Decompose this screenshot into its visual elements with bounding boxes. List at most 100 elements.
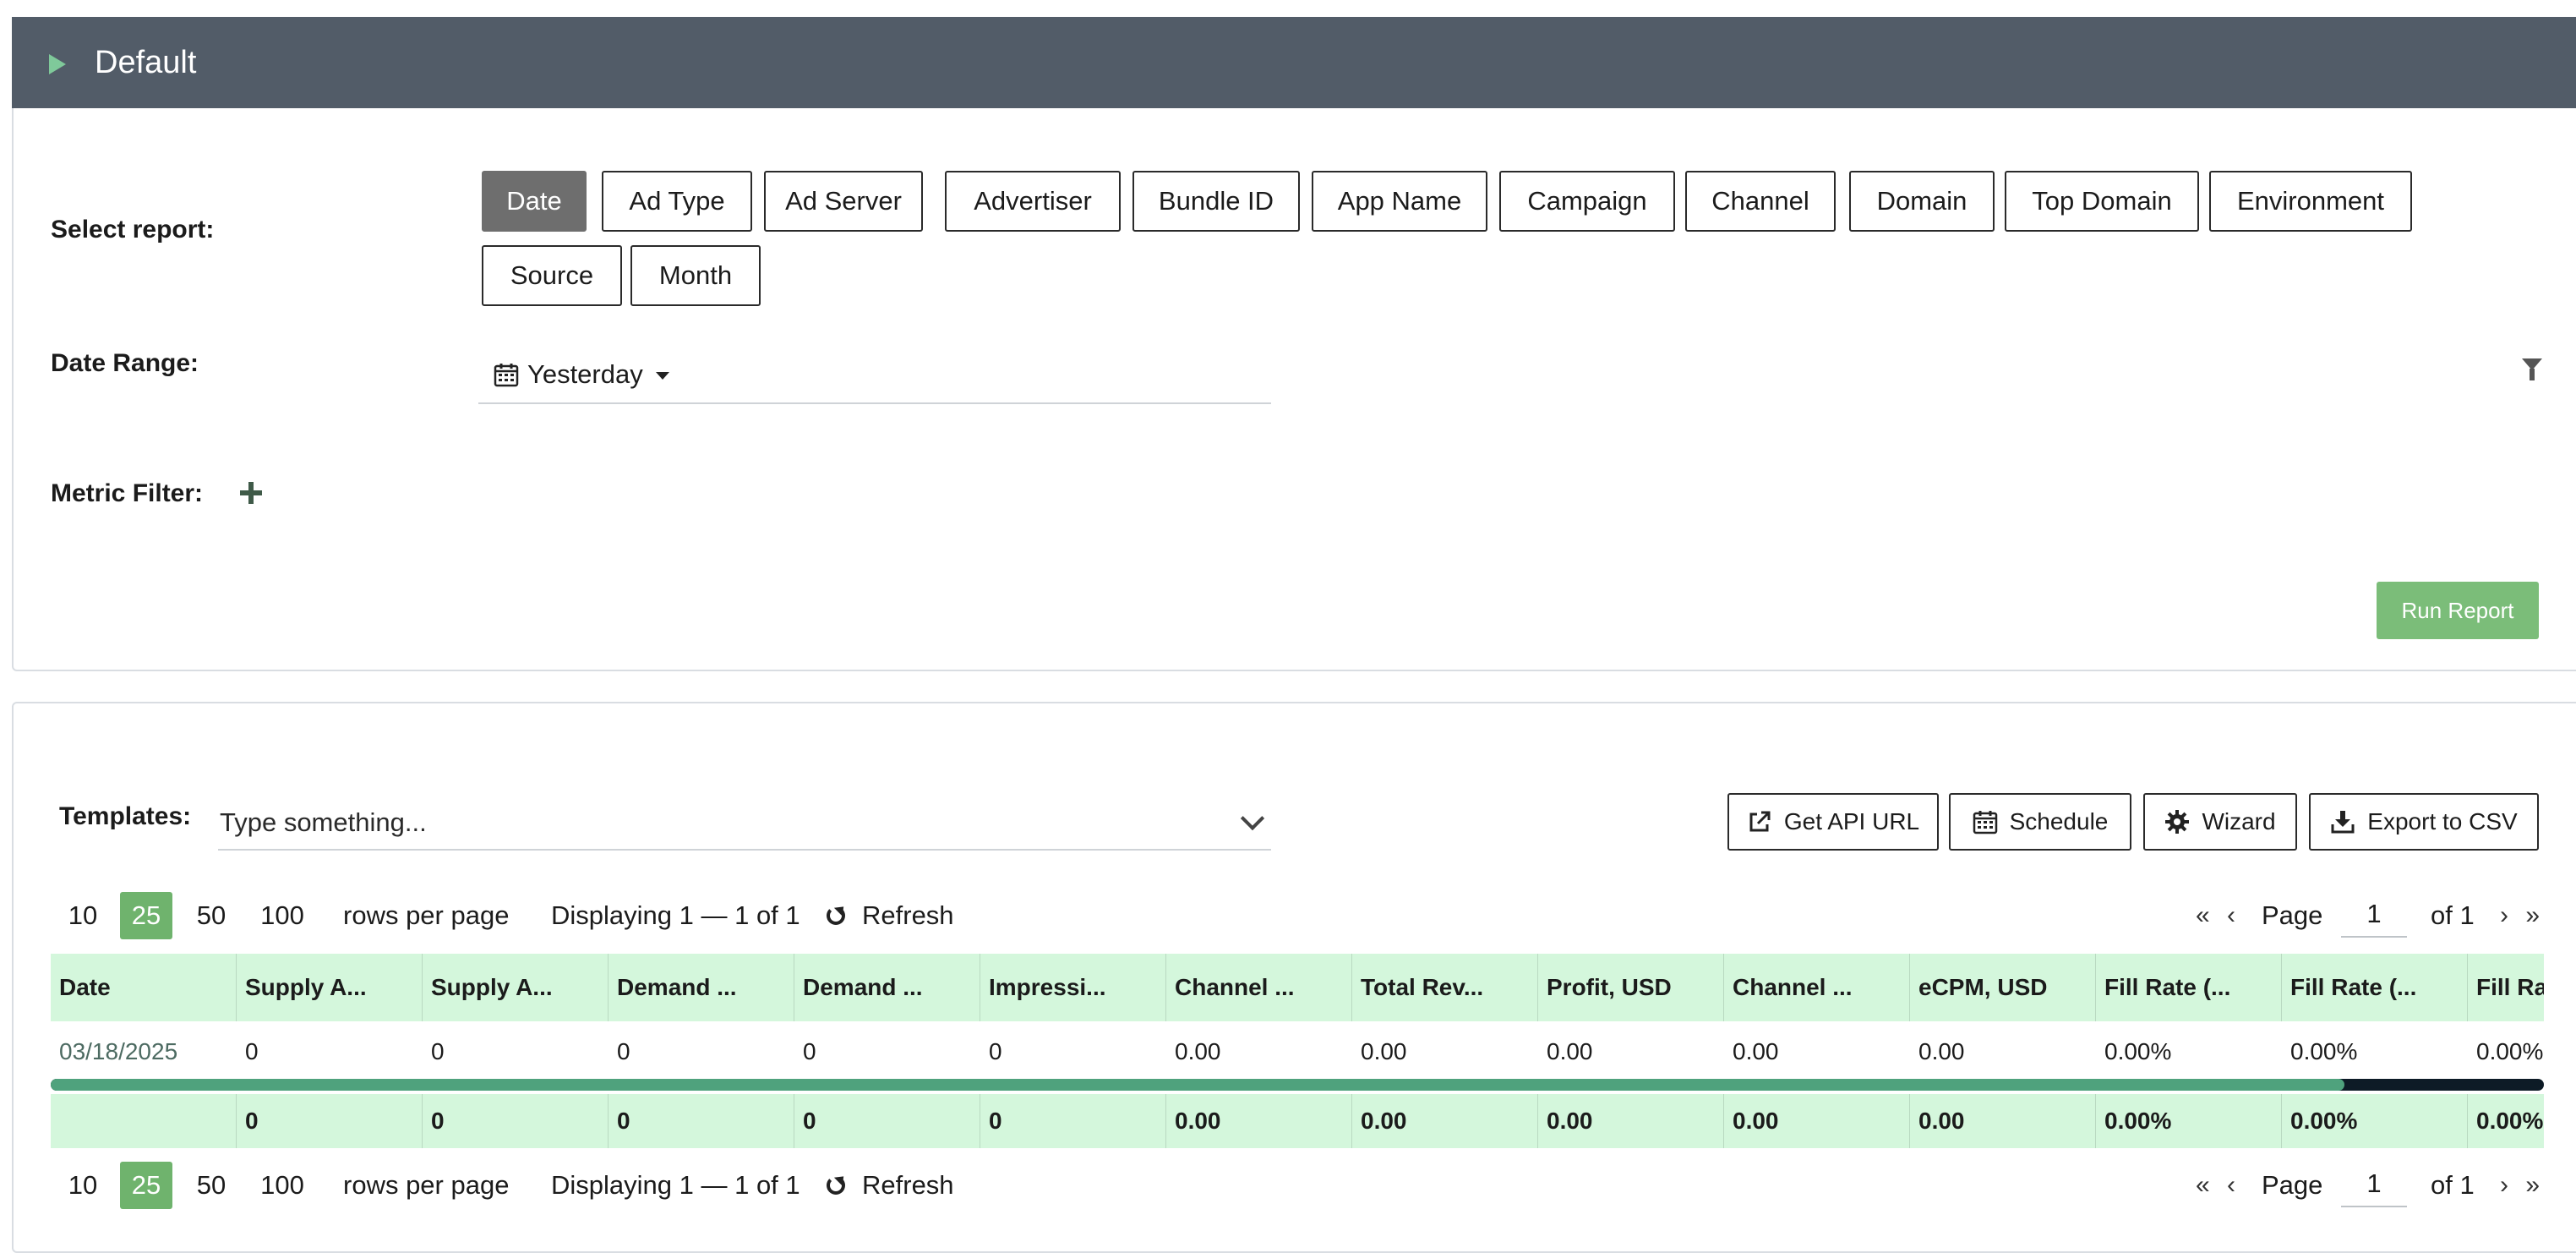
table-cell: 0.00 <box>1547 1038 1593 1064</box>
report-button-campaign[interactable]: Campaign <box>1499 171 1675 232</box>
report-button-top-domain[interactable]: Top Domain <box>2005 171 2199 232</box>
report-button-source[interactable]: Source <box>482 245 622 306</box>
report-button-advertiser[interactable]: Advertiser <box>945 171 1121 232</box>
column-header[interactable]: Total Rev... <box>1352 954 1538 1021</box>
report-button-bundle-id[interactable]: Bundle ID <box>1132 171 1300 232</box>
refresh-icon[interactable] <box>827 906 845 925</box>
page-size-10[interactable]: 10 <box>64 1162 101 1209</box>
column-header[interactable]: Channel ... <box>1724 954 1910 1021</box>
table-cell: 0.00 <box>1175 1038 1221 1064</box>
add-metric-filter-icon[interactable] <box>240 482 262 504</box>
report-button-ad-type[interactable]: Ad Type <box>602 171 752 232</box>
next-last-page-arrows[interactable]: › » <box>2500 1162 2545 1209</box>
get-api-url-button[interactable]: Get API URL <box>1727 793 1939 851</box>
next-last-page-arrows[interactable]: › » <box>2500 892 2545 939</box>
templates-label: Templates: <box>59 802 192 830</box>
section-title: Default <box>95 45 197 80</box>
expand-triangle-icon[interactable] <box>49 54 66 74</box>
table-header: Date Supply A... Supply A... Demand ... Dema… <box>51 954 2544 1021</box>
report-button-environment[interactable]: Environment <box>2209 171 2412 232</box>
column-header[interactable]: Demand ... <box>609 954 794 1021</box>
page-label: Page <box>2262 900 2323 930</box>
page-count-label: of 1 <box>2431 900 2475 930</box>
date-cell-link[interactable]: 03/18/2025 <box>51 1021 237 1082</box>
column-header[interactable]: Fill Rate (... <box>2282 954 2468 1021</box>
date-range-dropdown[interactable]: Yesterday <box>478 350 1271 404</box>
calendar-icon <box>494 362 519 391</box>
first-prev-page-arrows[interactable]: « ‹ <box>2196 892 2240 939</box>
page-size-25[interactable]: 25 <box>120 892 172 939</box>
gear-icon <box>2164 809 2190 834</box>
export-csv-button[interactable]: Export to CSV <box>2309 793 2539 851</box>
total-cell: 0 <box>609 1094 794 1148</box>
page-number-input[interactable]: 1 <box>2341 894 2407 938</box>
column-header[interactable]: Impressi... <box>980 954 1166 1021</box>
page-label: Page <box>2262 1170 2323 1200</box>
table-row: 03/18/2025 0 0 0 0 0 0.00 0.00 0.00 0.00 0.00 0.00%… <box>51 1021 2544 1082</box>
report-button-channel[interactable]: Channel <box>1685 171 1836 232</box>
total-cell: 0.00% <box>2468 1094 2544 1148</box>
export-csv-label: Export to CSV <box>2367 808 2518 834</box>
column-header[interactable]: Supply A... <box>237 954 423 1021</box>
column-header[interactable]: Channel ... <box>1166 954 1352 1021</box>
column-header[interactable]: Demand ... <box>794 954 980 1021</box>
page-size-50[interactable]: 50 <box>193 1162 230 1209</box>
table-cell: 0.00 <box>1733 1038 1779 1064</box>
total-cell: 0.00 <box>1724 1094 1910 1148</box>
column-header[interactable]: Date <box>51 954 237 1021</box>
column-header[interactable]: eCPM, USD <box>1910 954 2096 1021</box>
page-count-label: of 1 <box>2431 1170 2475 1200</box>
date-range-value: Yesterday <box>527 359 643 389</box>
total-cell: 0 <box>980 1094 1166 1148</box>
table-cell: 0.00% <box>2104 1038 2172 1064</box>
calendar-icon <box>1973 809 1998 834</box>
total-cell: 0 <box>794 1094 980 1148</box>
column-header[interactable]: Fill Rate (... <box>2096 954 2282 1021</box>
page-size-50[interactable]: 50 <box>193 892 230 939</box>
table-totals-row: 0 0 0 0 0 0.00 0.00 0.00 0.00 0.00 0.00% 0.00% 0.00% <box>51 1094 2544 1148</box>
total-cell: 0.00 <box>1166 1094 1352 1148</box>
total-cell: 0 <box>423 1094 609 1148</box>
report-button-date[interactable]: Date <box>482 171 587 232</box>
run-report-button[interactable]: Run Report <box>2377 582 2539 639</box>
table-cell: 0 <box>803 1038 816 1064</box>
first-prev-page-arrows[interactable]: « ‹ <box>2196 1162 2240 1209</box>
displaying-count: Displaying 1 — 1 of 1 <box>551 1170 800 1200</box>
page-size-25[interactable]: 25 <box>120 1162 172 1209</box>
external-link-icon <box>1747 809 1772 834</box>
scrollbar-thumb[interactable] <box>51 1079 2344 1091</box>
schedule-button[interactable]: Schedule <box>1949 793 2131 851</box>
report-button-app-name[interactable]: App Name <box>1312 171 1487 232</box>
column-header[interactable]: Fill Ra <box>2468 954 2544 1021</box>
table-cell: 0 <box>617 1038 630 1064</box>
page-size-100[interactable]: 100 <box>257 892 308 939</box>
table-cell: 0.00% <box>2290 1038 2358 1064</box>
templates-select[interactable]: Type something... <box>218 798 1271 851</box>
table-cell: 0 <box>431 1038 445 1064</box>
section-header[interactable]: Default <box>12 17 2576 108</box>
refresh-button[interactable]: Refresh <box>862 892 954 939</box>
metric-filter-label: Metric Filter: <box>51 479 204 507</box>
report-button-ad-server[interactable]: Ad Server <box>764 171 923 232</box>
date-range-label: Date Range: <box>51 349 199 377</box>
table-cell: 0.00 <box>1918 1038 1965 1064</box>
schedule-label: Schedule <box>2009 808 2109 834</box>
wizard-button[interactable]: Wizard <box>2143 793 2297 851</box>
select-report-label: Select report: <box>51 216 215 243</box>
page-size-100[interactable]: 100 <box>257 1162 308 1209</box>
column-header[interactable]: Profit, USD <box>1538 954 1724 1021</box>
table-cell: 0.00% <box>2476 1038 2544 1064</box>
page-size-10[interactable]: 10 <box>64 892 101 939</box>
caret-down-icon <box>656 372 669 380</box>
total-cell: 0.00% <box>2096 1094 2282 1148</box>
filter-icon[interactable] <box>2522 358 2542 380</box>
column-header[interactable]: Supply A... <box>423 954 609 1021</box>
rows-per-page-label: rows per page <box>343 1170 510 1200</box>
table-cell: 0 <box>989 1038 1002 1064</box>
refresh-icon[interactable] <box>827 1176 845 1195</box>
report-button-month[interactable]: Month <box>630 245 761 306</box>
rows-per-page-label: rows per page <box>343 900 510 930</box>
report-button-domain[interactable]: Domain <box>1849 171 1995 232</box>
refresh-button[interactable]: Refresh <box>862 1162 954 1209</box>
page-number-input[interactable]: 1 <box>2341 1163 2407 1207</box>
